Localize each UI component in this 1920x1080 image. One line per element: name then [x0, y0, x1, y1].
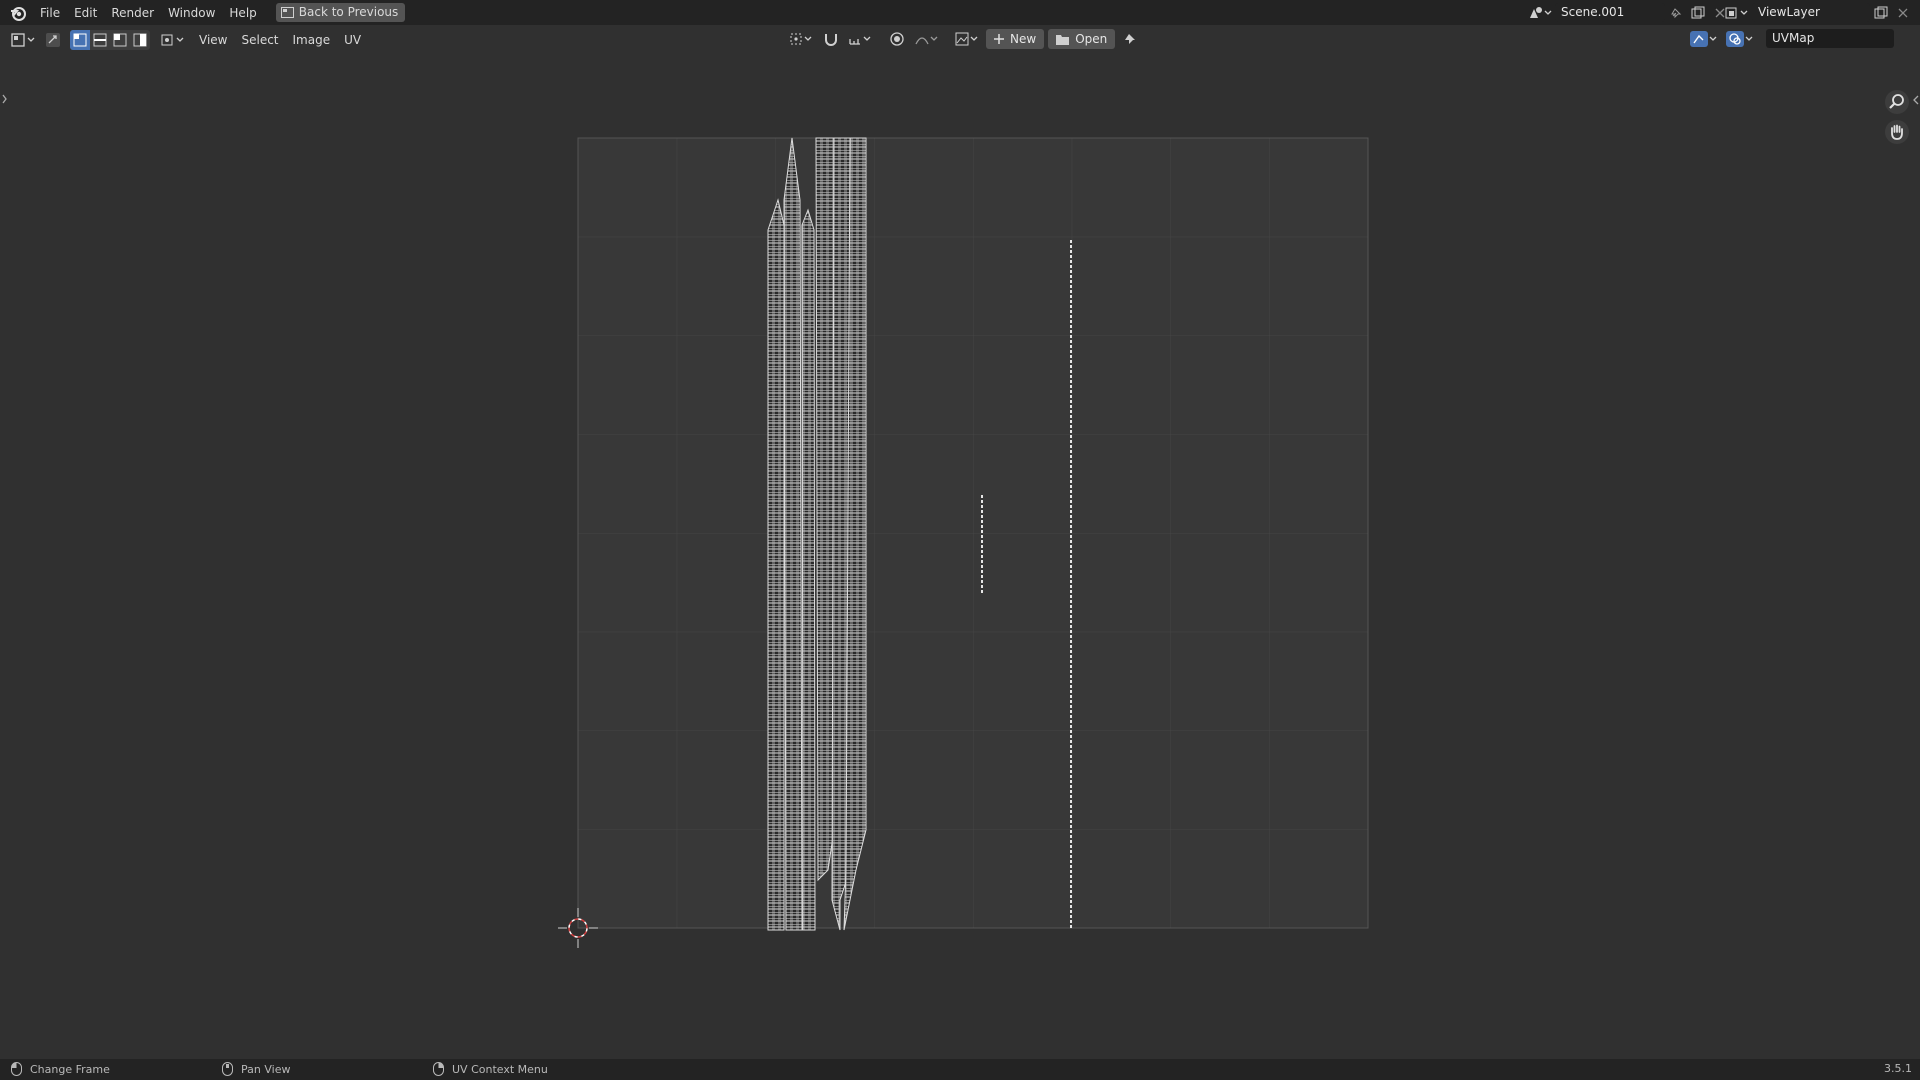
new-image-button[interactable]: New — [986, 29, 1045, 49]
uv-canvas[interactable] — [0, 55, 1920, 1059]
menu-image[interactable]: Image — [286, 28, 338, 52]
gizmo-dropdown[interactable] — [1688, 29, 1720, 48]
edge-select-mode-button[interactable] — [90, 30, 110, 50]
right-tools: UVMap — [1688, 29, 1894, 48]
mouse-middle-icon — [222, 1062, 233, 1076]
zoom-icon — [1885, 90, 1909, 114]
hand-pan-icon — [1885, 120, 1909, 144]
uv-select-mode-group — [70, 30, 150, 50]
sidebar-expand-arrow-icon[interactable] — [1913, 95, 1919, 105]
menu-file[interactable]: File — [33, 2, 67, 24]
edge-select-icon — [93, 33, 107, 47]
plus-icon — [994, 34, 1004, 44]
pivot-icon — [790, 33, 812, 45]
image-icon — [955, 32, 978, 46]
falloff-curve-icon — [915, 36, 938, 45]
sync-arrows-icon — [46, 33, 60, 47]
new-image-label: New — [1010, 32, 1037, 46]
menu-help[interactable]: Help — [222, 2, 263, 24]
uv-island-strip-2[interactable] — [783, 137, 803, 931]
open-image-label: Open — [1075, 32, 1108, 46]
back-to-previous-label: Back to Previous — [298, 5, 399, 19]
top-bar: File Edit Render Window Help Back to Pre… — [0, 0, 1920, 25]
menu-edit[interactable]: Edit — [67, 2, 104, 24]
face-select-icon — [113, 33, 127, 47]
duplicate-icon — [1691, 6, 1705, 18]
menu-view[interactable]: View — [192, 28, 234, 52]
uv-editor-type-icon — [11, 33, 35, 47]
view-layer-new-button[interactable] — [1870, 3, 1892, 22]
duplicate-icon — [1874, 6, 1888, 18]
menu-select[interactable]: Select — [234, 28, 285, 52]
vertex-select-icon — [73, 33, 87, 47]
scene-pin-button[interactable] — [1665, 3, 1687, 22]
status-bar: Change Frame Pan View UV Context Menu 3.… — [0, 1059, 1920, 1080]
pin-image-button[interactable] — [1119, 30, 1141, 49]
open-image-button[interactable]: Open — [1048, 29, 1116, 49]
status-pan-view-label: Pan View — [241, 1062, 291, 1076]
view-layer-field[interactable]: ViewLayer — [1752, 3, 1870, 22]
folder-icon — [1056, 34, 1070, 45]
island-select-icon — [133, 33, 147, 47]
status-change-frame: Change Frame — [11, 1062, 110, 1076]
gizmo-icon — [1690, 30, 1717, 47]
center-tools: New Open — [786, 29, 1141, 49]
view-layer-delete-button[interactable] — [1892, 3, 1914, 22]
menu-uv[interactable]: UV — [337, 28, 368, 52]
view-layer-browse-button[interactable] — [1722, 3, 1752, 22]
magnet-icon — [825, 34, 837, 46]
view-layer-selector: ViewLayer — [1722, 3, 1914, 22]
back-to-previous-button[interactable]: Back to Previous — [275, 3, 406, 22]
blender-logo-icon[interactable] — [9, 4, 27, 22]
uv-island-strip-1[interactable] — [767, 198, 785, 931]
version-label: 3.5.1 — [1884, 1062, 1912, 1075]
mouse-right-icon — [433, 1062, 444, 1076]
pin-icon — [1125, 34, 1136, 44]
vertex-select-mode-button[interactable] — [70, 30, 90, 50]
screen-back-icon — [280, 7, 294, 18]
proportional-edit-icon — [890, 32, 904, 46]
image-browse-dropdown[interactable] — [952, 30, 982, 49]
overlays-icon — [1726, 30, 1753, 47]
uv-island-strip-3[interactable] — [801, 208, 816, 931]
pivot-point-dropdown[interactable] — [786, 30, 816, 49]
scene-name-field[interactable]: Scene.001 — [1555, 3, 1665, 22]
pan-navigate-button[interactable] — [1884, 119, 1910, 145]
scene-selector: Scene.001 — [1525, 3, 1731, 22]
menu-render[interactable]: Render — [104, 2, 161, 24]
uv-editor-viewport[interactable] — [0, 55, 1920, 1059]
scene-icon — [1530, 6, 1552, 18]
snap-increment-icon — [849, 36, 871, 45]
sync-selection-toggle[interactable] — [42, 31, 64, 50]
scene-new-button[interactable] — [1687, 3, 1709, 22]
proportional-editing-toggle[interactable] — [886, 30, 908, 49]
view-layer-icon — [1725, 7, 1748, 18]
close-icon — [1898, 8, 1908, 17]
island-select-mode-button[interactable] — [130, 30, 150, 50]
status-uv-context-menu-label: UV Context Menu — [452, 1062, 548, 1076]
snap-toggle[interactable] — [820, 30, 842, 49]
editor-type-button[interactable] — [8, 31, 38, 50]
sticky-selection-icon — [161, 34, 184, 46]
status-change-frame-label: Change Frame — [30, 1062, 110, 1076]
status-uv-context-menu: UV Context Menu — [433, 1062, 548, 1076]
toolbar-expand-arrow-icon[interactable] — [2, 94, 7, 104]
zoom-navigate-button[interactable] — [1884, 89, 1910, 115]
status-pan-view: Pan View — [222, 1062, 290, 1076]
scene-browse-button[interactable] — [1525, 3, 1555, 22]
uv-map-field[interactable]: UVMap — [1766, 29, 1894, 48]
uv-editor-header: View Select Image UV New Open UVMap — [0, 25, 1920, 55]
overlays-dropdown[interactable] — [1724, 29, 1756, 48]
proportional-falloff-dropdown[interactable] — [912, 30, 942, 49]
mouse-left-icon — [11, 1062, 22, 1076]
uv-island-strip-4[interactable] — [815, 137, 835, 882]
sticky-selection-dropdown[interactable] — [158, 31, 188, 50]
face-select-mode-button[interactable] — [110, 30, 130, 50]
snap-target-dropdown[interactable] — [846, 30, 876, 49]
menu-window[interactable]: Window — [161, 2, 222, 24]
pin-icon — [1671, 7, 1682, 18]
uv-grid-lines — [578, 138, 1368, 928]
